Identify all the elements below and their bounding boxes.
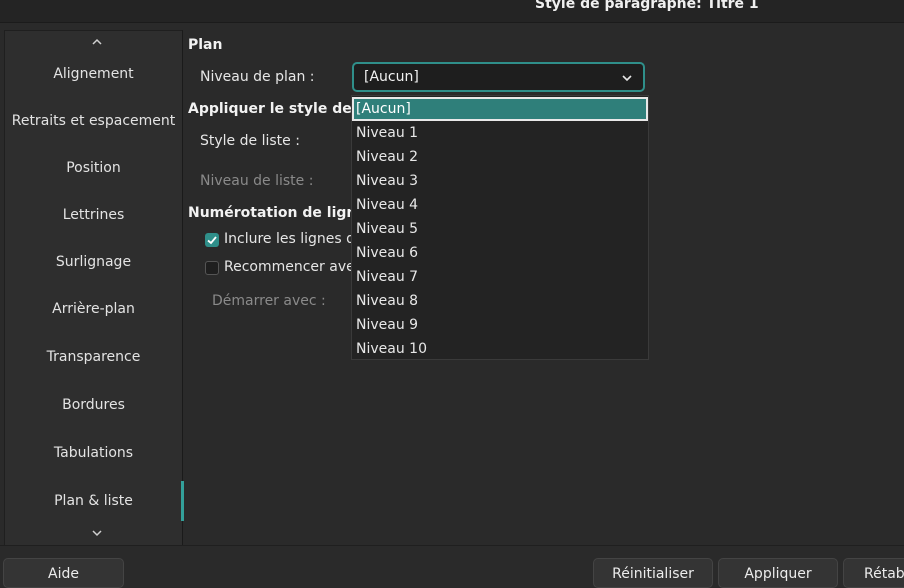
include-lines-label: Inclure les lignes de — [224, 231, 364, 247]
chevron-up-icon[interactable] — [91, 36, 103, 48]
sidebar-item-lettrines[interactable]: Lettrines — [5, 201, 182, 229]
niveau-de-plan-dropdown: [Aucun] Niveau 1 Niveau 2 Niveau 3 Nivea… — [351, 95, 649, 360]
style-de-liste-label: Style de liste : — [200, 133, 300, 149]
chevron-down-icon[interactable] — [91, 527, 103, 539]
help-button[interactable]: Aide — [3, 558, 124, 588]
option-niveau-3[interactable]: Niveau 3 — [352, 169, 648, 193]
include-lines-checkbox[interactable] — [205, 233, 219, 247]
sidebar-item-surlignage[interactable]: Surlignage — [5, 248, 182, 276]
niveau-de-plan-label: Niveau de plan : — [200, 69, 315, 85]
title-bar: Style de paragraphe: Titre 1 — [0, 0, 904, 23]
sidebar-item-tabulations[interactable]: Tabulations — [5, 439, 182, 467]
option-niveau-10[interactable]: Niveau 10 — [352, 337, 648, 361]
sidebar: Alignement Retraits et espacement Positi… — [4, 30, 184, 546]
option-niveau-9[interactable]: Niveau 9 — [352, 313, 648, 337]
sidebar-item-position[interactable]: Position — [5, 154, 182, 182]
chevron-down-icon — [622, 75, 632, 82]
option-niveau-7[interactable]: Niveau 7 — [352, 265, 648, 289]
niveau-de-plan-select[interactable]: [Aucun] — [352, 62, 645, 92]
restore-button[interactable]: Rétab — [843, 558, 904, 588]
start-with-label: Démarrer avec : — [212, 293, 326, 309]
sidebar-item-bordures[interactable]: Bordures — [5, 391, 182, 419]
restart-checkbox[interactable] — [205, 261, 219, 275]
option-aucun[interactable]: [Aucun] — [352, 97, 648, 121]
option-niveau-5[interactable]: Niveau 5 — [352, 217, 648, 241]
sidebar-item-alignement[interactable]: Alignement — [5, 60, 182, 88]
niveau-de-plan-value: [Aucun] — [364, 69, 419, 85]
niveau-de-liste-label: Niveau de liste : — [200, 173, 314, 189]
option-niveau-4[interactable]: Niveau 4 — [352, 193, 648, 217]
plan-heading: Plan — [188, 37, 223, 53]
line-numbering-heading: Numérotation de lignes — [188, 205, 375, 221]
restart-label: Recommencer avec — [224, 259, 363, 275]
option-niveau-2[interactable]: Niveau 2 — [352, 145, 648, 169]
sidebar-item-arriere-plan[interactable]: Arrière-plan — [5, 295, 182, 323]
window-title: Style de paragraphe: Titre 1 — [535, 0, 759, 12]
sidebar-item-transparence[interactable]: Transparence — [5, 343, 182, 371]
sidebar-item-plan-liste[interactable]: Plan & liste — [5, 481, 184, 521]
option-niveau-6[interactable]: Niveau 6 — [352, 241, 648, 265]
sidebar-item-retraits-espacement[interactable]: Retraits et espacement — [5, 107, 182, 135]
option-niveau-1[interactable]: Niveau 1 — [352, 121, 648, 145]
option-niveau-8[interactable]: Niveau 8 — [352, 289, 648, 313]
apply-button[interactable]: Appliquer — [718, 558, 838, 588]
check-icon — [207, 236, 217, 245]
reset-button[interactable]: Réinitialiser — [593, 558, 713, 588]
